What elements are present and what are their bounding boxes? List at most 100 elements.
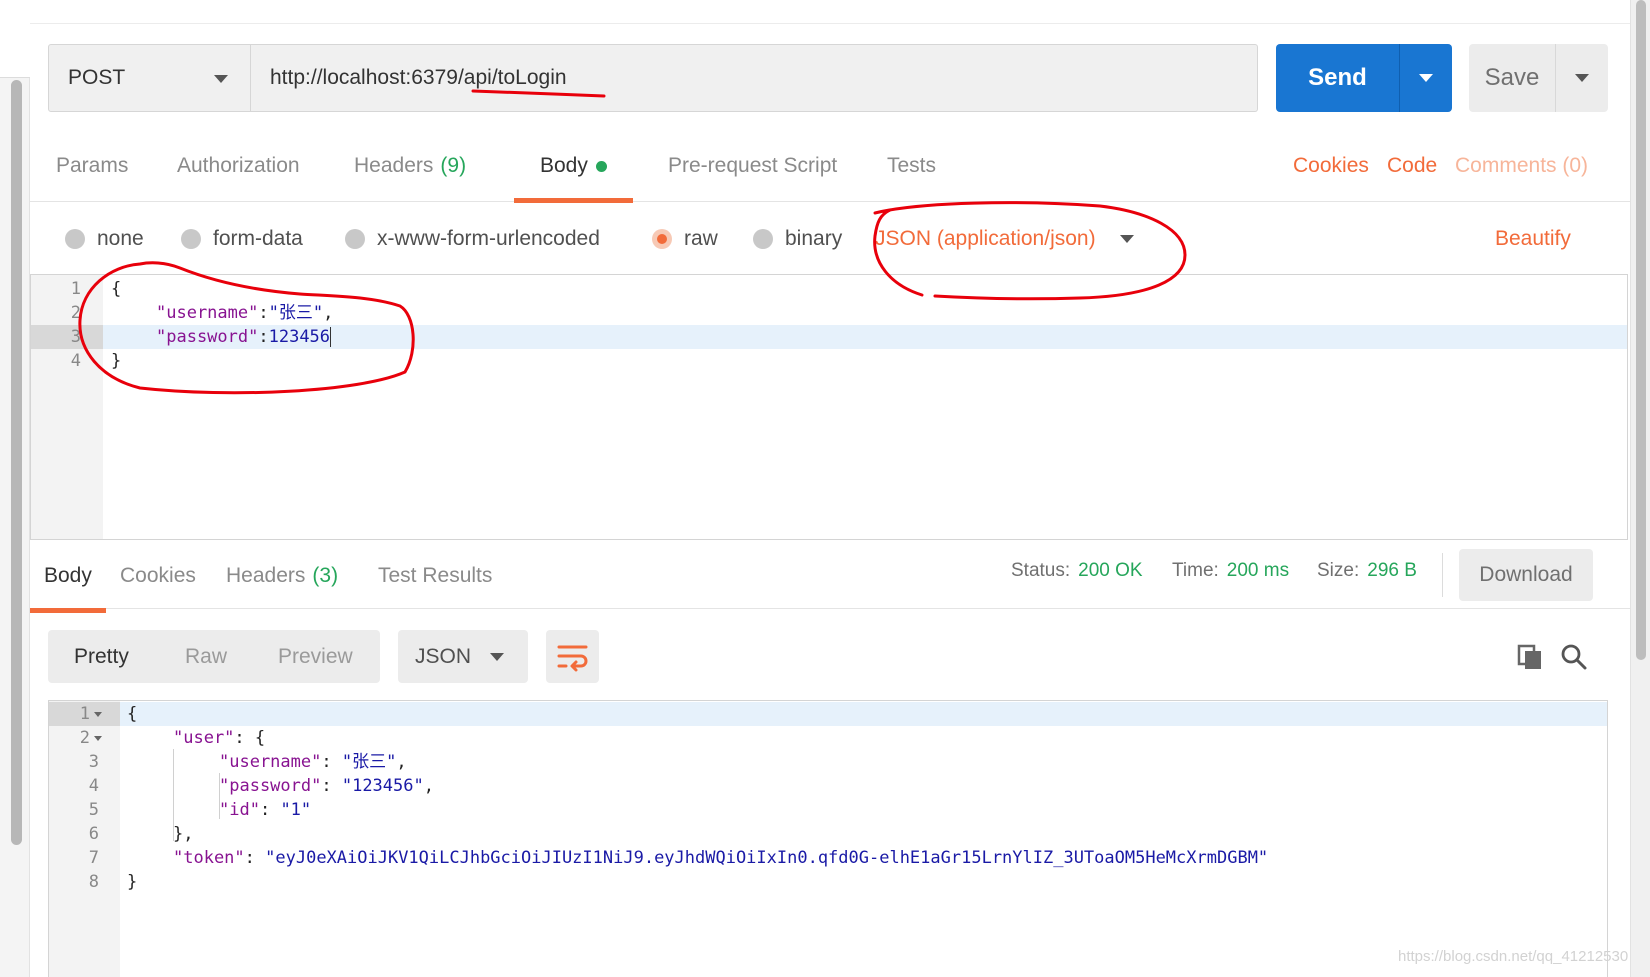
response-body-viewer[interactable]: 1 { 2 "user": { 3 "username": "张三", 4 "p… xyxy=(48,700,1608,977)
wrap-lines-icon xyxy=(557,645,588,672)
url-input[interactable]: http://localhost:6379/api/toLogin xyxy=(251,44,1258,112)
radio-urlencoded-icon xyxy=(345,229,365,249)
radio-raw[interactable]: raw xyxy=(652,221,718,257)
wrap-lines-button[interactable] xyxy=(546,630,599,683)
json-key: "password" xyxy=(156,327,259,347)
beautify-link[interactable]: Beautify xyxy=(1495,221,1571,257)
search-icon[interactable] xyxy=(1560,643,1588,671)
size-readout: Size: 296 B xyxy=(1317,556,1417,586)
json-colon: : xyxy=(244,848,266,868)
send-options-button[interactable] xyxy=(1399,44,1452,112)
json-comma: , xyxy=(423,776,434,796)
save-options-button[interactable] xyxy=(1555,44,1608,112)
line-number: 4 xyxy=(70,351,81,371)
response-tab-body[interactable]: Body xyxy=(30,540,106,613)
left-scrollbar[interactable] xyxy=(11,80,22,845)
code-link[interactable]: Code xyxy=(1387,130,1437,202)
response-headers-count: (3) xyxy=(312,564,339,587)
radio-none-icon xyxy=(65,229,85,249)
cookies-link[interactable]: Cookies xyxy=(1293,130,1369,202)
text-cursor xyxy=(330,327,332,347)
copy-icon[interactable] xyxy=(1516,643,1544,671)
right-scrollbar-thumb[interactable] xyxy=(1636,0,1646,660)
line-number: 5 xyxy=(88,800,99,820)
tab-tests[interactable]: Tests xyxy=(887,130,936,202)
tab-headers-label: Headers xyxy=(354,154,434,177)
left-sidebar-edge xyxy=(0,0,30,977)
request-line-2: 2 "username":"张三", xyxy=(31,301,1627,325)
save-button[interactable]: Save xyxy=(1469,44,1608,112)
radio-raw-icon xyxy=(652,229,672,249)
method-value: POST xyxy=(68,66,126,89)
json-punct: : { xyxy=(234,728,266,748)
response-tab-test-results[interactable]: Test Results xyxy=(378,540,492,612)
chevron-down-icon xyxy=(490,653,504,661)
method-select[interactable]: POST xyxy=(48,44,251,112)
response-line-3: 3 "username": "张三", xyxy=(49,750,1607,774)
radio-none[interactable]: none xyxy=(65,221,144,257)
response-format-value: JSON xyxy=(415,644,472,668)
fold-arrow-icon[interactable] xyxy=(94,735,102,741)
send-button[interactable]: Send xyxy=(1276,44,1452,112)
json-key: "username" xyxy=(156,303,259,323)
radio-urlencoded-label: x-www-form-urlencoded xyxy=(377,227,600,250)
postman-window: POST http://localhost:6379/api/toLogin S… xyxy=(0,0,1650,977)
radio-form-data-label: form-data xyxy=(213,227,303,250)
tab-body-label: Body xyxy=(540,154,588,177)
radio-form-data-icon xyxy=(181,229,201,249)
url-value: http://localhost:6379/api/toLogin xyxy=(270,66,567,89)
json-string: "张三" xyxy=(268,303,324,323)
response-line-5: 5 "id": "1" xyxy=(49,798,1607,822)
tab-authorization[interactable]: Authorization xyxy=(177,130,300,202)
content-type-select[interactable]: JSON (application/json) xyxy=(875,221,1134,257)
response-line-6: 6 }, xyxy=(49,822,1607,846)
radio-form-data[interactable]: form-data xyxy=(181,221,303,257)
json-key: "user" xyxy=(173,728,235,748)
response-tab-body-label: Body xyxy=(44,564,92,587)
request-line-3: 3 "password":123456 xyxy=(31,325,1627,349)
radio-raw-label: raw xyxy=(684,227,718,250)
line-number-cell: 2 xyxy=(49,726,120,750)
tab-body[interactable]: Body xyxy=(514,130,633,203)
headers-count-badge: (9) xyxy=(440,154,467,177)
tab-prerequest-script[interactable]: Pre-request Script xyxy=(668,130,837,202)
json-number: 123456 xyxy=(268,327,331,347)
radio-urlencoded[interactable]: x-www-form-urlencoded xyxy=(345,221,600,257)
download-button[interactable]: Download xyxy=(1459,549,1593,601)
status-divider xyxy=(1442,553,1443,597)
request-line-1: 1 { xyxy=(31,277,1627,301)
json-key: "token" xyxy=(173,848,245,868)
line-number-cell: 1 xyxy=(49,702,120,726)
tab-headers[interactable]: Headers (9) xyxy=(354,130,466,202)
response-format-select[interactable]: JSON xyxy=(398,630,528,683)
tab-prerequest-label: Pre-request Script xyxy=(668,154,838,177)
view-preview-button[interactable]: Preview xyxy=(278,630,353,683)
comments-link[interactable]: Comments (0) xyxy=(1455,130,1588,202)
json-comma: , xyxy=(396,752,407,772)
tab-params[interactable]: Params xyxy=(56,130,128,202)
code-text: } xyxy=(111,351,122,371)
request-line-4: 4 } xyxy=(31,349,1627,373)
response-line-4: 4 "password": "123456", xyxy=(49,774,1607,798)
response-tab-headers[interactable]: Headers (3) xyxy=(226,540,338,612)
view-raw-button[interactable]: Raw xyxy=(185,630,227,683)
radio-binary[interactable]: binary xyxy=(753,221,842,257)
response-line-8: 8 } xyxy=(49,870,1607,894)
request-body-editor[interactable]: 1 { 2 "username":"张三", 3 "password":1234… xyxy=(30,274,1628,540)
tab-authorization-label: Authorization xyxy=(177,154,300,177)
code-text: { xyxy=(127,704,138,724)
content-type-value: JSON (application/json) xyxy=(875,227,1096,250)
response-line-2: 2 "user": { xyxy=(49,726,1607,750)
right-scrollbar-track[interactable] xyxy=(1630,0,1650,977)
view-pretty-button[interactable]: Pretty xyxy=(74,630,129,683)
send-label: Send xyxy=(1308,64,1367,91)
json-string: "eyJ0eXAiOiJKV1QiLCJhbGciOiJIUzI1NiJ9.ey… xyxy=(265,848,1269,868)
code-text: } xyxy=(127,872,138,892)
json-colon: : xyxy=(258,327,269,347)
response-tab-test-results-label: Test Results xyxy=(378,564,493,587)
response-tab-cookies[interactable]: Cookies xyxy=(120,540,196,612)
fold-arrow-icon[interactable] xyxy=(94,711,102,717)
json-colon: : xyxy=(321,776,342,796)
body-active-dot xyxy=(595,160,607,172)
response-line-7: 7 "token": "eyJ0eXAiOiJKV1QiLCJhbGciOiJI… xyxy=(49,846,1607,870)
